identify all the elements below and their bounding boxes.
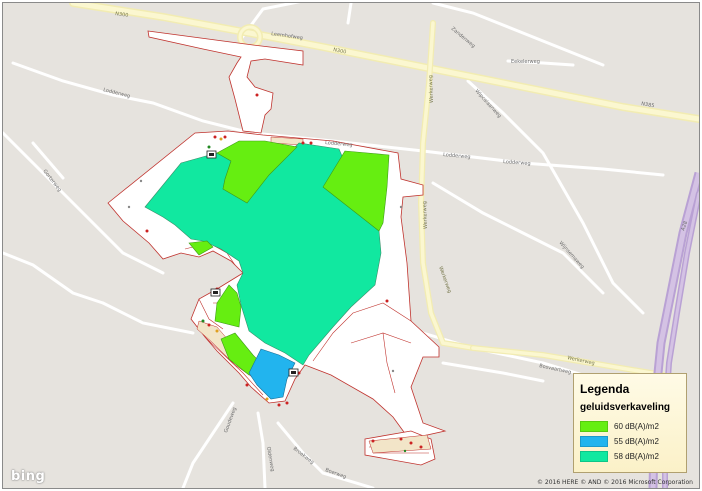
map-frame[interactable]: N300 N300 Leemhofweg Zandenweg Eekelerwe…	[2, 2, 700, 489]
legend-swatch-58db	[580, 451, 608, 462]
map-copyright: © 2016 HERE © AND © 2016 Microsoft Corpo…	[536, 479, 693, 486]
label-werkerweg-a: Werkerweg	[428, 75, 435, 103]
bing-logo[interactable]: bing	[11, 469, 45, 484]
legend-label-60db: 60 dB(A)/m2	[614, 422, 659, 431]
legend-label-55db: 55 dB(A)/m2	[614, 437, 659, 446]
legend-title: Legenda	[580, 382, 630, 396]
legend-swatch-60db	[580, 421, 608, 432]
legend-item-55db: 55 dB(A)/m2	[580, 434, 680, 449]
label-werkerweg-b: Werkerweg	[422, 201, 429, 229]
legend-label-58db: 58 dB(A)/m2	[614, 452, 659, 461]
map-legend: Legenda geluidsverkaveling 60 dB(A)/m2 5…	[573, 373, 687, 473]
legend-subtitle: geluidsverkaveling	[580, 402, 671, 413]
legend-item-58db: 58 dB(A)/m2	[580, 449, 680, 464]
label-eekelerweg: Eekelerweg	[511, 59, 540, 65]
legend-swatch-55db	[580, 436, 608, 447]
legend-item-60db: 60 dB(A)/m2	[580, 419, 680, 434]
